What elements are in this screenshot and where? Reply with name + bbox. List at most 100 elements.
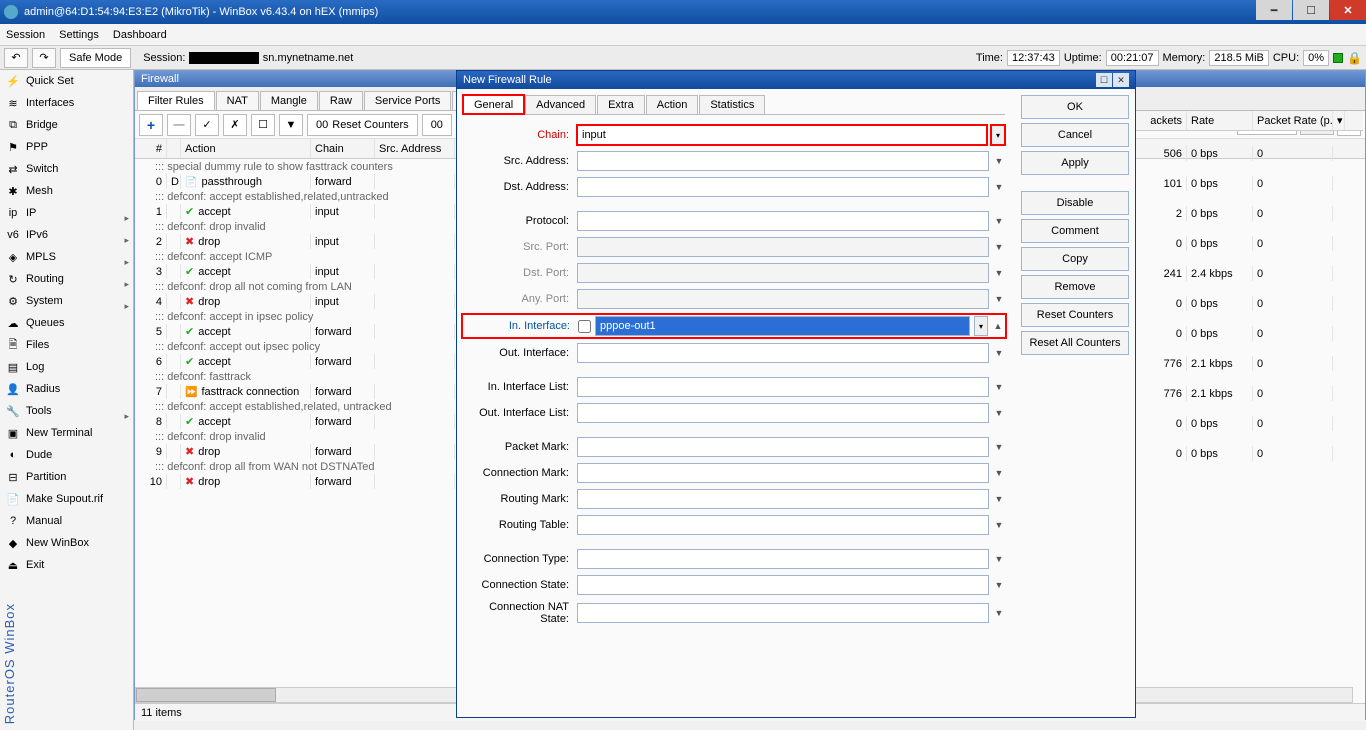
sidebar-item-exit[interactable]: ⏏Exit	[0, 554, 133, 576]
close-button[interactable]: ✕	[1330, 0, 1366, 20]
enable-button[interactable]: ✓	[195, 114, 219, 136]
table-row-right[interactable]: 00 bps0	[1133, 416, 1363, 431]
sidebar-item-interfaces[interactable]: ≋Interfaces	[0, 92, 133, 114]
protocol-field[interactable]	[577, 211, 989, 231]
connection-state-field[interactable]	[577, 575, 989, 595]
tab-general[interactable]: General	[463, 95, 524, 114]
table-row-right[interactable]: 00 bps0	[1133, 446, 1363, 461]
table-row-right[interactable]: 5060 bps0	[1133, 146, 1363, 161]
sidebar-item-switch[interactable]: ⇄Switch	[0, 158, 133, 180]
menu-dashboard[interactable]: Dashboard	[113, 29, 167, 41]
reset-all-counters-button[interactable]: 00	[422, 114, 452, 136]
disable-button[interactable]: ✗	[223, 114, 247, 136]
dst-port-expand[interactable]: ▼	[993, 268, 1005, 278]
col-expand-button[interactable]: ▾	[1333, 111, 1345, 130]
src-address-expand[interactable]: ▼	[993, 156, 1005, 166]
ok-button[interactable]: OK	[1021, 95, 1129, 119]
packet-mark-field[interactable]	[577, 437, 989, 457]
sidebar-item-queues[interactable]: ☁Queues	[0, 312, 133, 334]
table-row-right[interactable]: 00 bps0	[1133, 326, 1363, 341]
sidebar-item-mpls[interactable]: ◈MPLS	[0, 246, 133, 268]
routing-mark-field[interactable]	[577, 489, 989, 509]
fw-tab-nat[interactable]: NAT	[216, 91, 259, 110]
src-address-field[interactable]	[577, 151, 989, 171]
table-row-right[interactable]: 00 bps0	[1133, 296, 1363, 311]
col-rate[interactable]: Rate	[1187, 111, 1253, 130]
sidebar-item-dude[interactable]: ◐Dude	[0, 444, 133, 466]
maximize-button[interactable]: ☐	[1293, 0, 1329, 20]
sidebar-item-mesh[interactable]: ✱Mesh	[0, 180, 133, 202]
tab-advanced[interactable]: Advanced	[525, 95, 596, 114]
connection-state-expand[interactable]: ▼	[993, 580, 1005, 590]
disable-button-dlg[interactable]: Disable	[1021, 191, 1129, 215]
sidebar-item-partition[interactable]: ⊟Partition	[0, 466, 133, 488]
connection-type-expand[interactable]: ▼	[993, 554, 1005, 564]
reset-counters-button[interactable]: 00Reset Counters	[307, 114, 418, 136]
out-interface-list-field[interactable]	[577, 403, 989, 423]
sidebar-item-ppp[interactable]: ⚑PPP	[0, 136, 133, 158]
table-row-right[interactable]: 00 bps0	[1133, 236, 1363, 251]
table-row-right[interactable]: 2412.4 kbps0	[1133, 266, 1363, 281]
remove-rule-button[interactable]: —	[167, 114, 191, 136]
reset-all-counters-button-dlg[interactable]: Reset All Counters	[1021, 331, 1129, 355]
in-interface-not-checkbox[interactable]	[578, 320, 591, 333]
chain-field[interactable]: input	[577, 125, 987, 145]
comment-button-dlg[interactable]: Comment	[1021, 219, 1129, 243]
apply-button[interactable]: Apply	[1021, 151, 1129, 175]
sidebar-item-tools[interactable]: 🔧Tools	[0, 400, 133, 422]
connection-mark-field[interactable]	[577, 463, 989, 483]
chain-dropdown-button[interactable]: ▾	[991, 125, 1005, 145]
sidebar-item-radius[interactable]: 👤Radius	[0, 378, 133, 400]
dst-address-field[interactable]	[577, 177, 989, 197]
safe-mode-button[interactable]: Safe Mode	[60, 48, 131, 68]
filter-button[interactable]: ▼	[279, 114, 303, 136]
sidebar-item-files[interactable]: 🗎Files	[0, 334, 133, 356]
in-interface-collapse[interactable]: ▲	[992, 321, 1004, 331]
undo-button[interactable]: ↶	[4, 48, 28, 68]
dst-address-expand[interactable]: ▼	[993, 182, 1005, 192]
sidebar-item-quick-set[interactable]: ⚡Quick Set	[0, 70, 133, 92]
routing-table-field[interactable]	[577, 515, 989, 535]
src-port-expand[interactable]: ▼	[993, 242, 1005, 252]
col-packet-rate[interactable]: Packet Rate (p...	[1253, 111, 1333, 130]
in-interface-dropdown-button[interactable]: ▾	[974, 316, 988, 336]
sidebar-item-new-terminal[interactable]: ▣New Terminal	[0, 422, 133, 444]
col-action[interactable]: Action	[181, 139, 311, 158]
connection-nat-state-field[interactable]	[577, 603, 989, 623]
menu-settings[interactable]: Settings	[59, 29, 99, 41]
add-rule-button[interactable]: +	[139, 114, 163, 136]
reset-counters-button-dlg[interactable]: Reset Counters	[1021, 303, 1129, 327]
col-number[interactable]: #	[135, 139, 167, 158]
table-row-right[interactable]: 20 bps0	[1133, 206, 1363, 221]
connection-mark-expand[interactable]: ▼	[993, 468, 1005, 478]
sidebar-item-system[interactable]: ⚙System	[0, 290, 133, 312]
dialog-title[interactable]: New Firewall Rule ☐ ✕	[457, 71, 1135, 89]
col-flag[interactable]	[167, 139, 181, 158]
out-interface-field[interactable]	[577, 343, 989, 363]
col-src-address[interactable]: Src. Address	[375, 139, 455, 158]
routing-mark-expand[interactable]: ▼	[993, 494, 1005, 504]
col-packets[interactable]: ackets	[1133, 111, 1187, 130]
copy-button[interactable]: Copy	[1021, 247, 1129, 271]
sidebar-item-manual[interactable]: ?Manual	[0, 510, 133, 532]
dialog-close-button[interactable]: ✕	[1113, 73, 1129, 87]
in-interface-list-expand[interactable]: ▼	[993, 382, 1005, 392]
fw-tab-mangle[interactable]: Mangle	[260, 91, 318, 110]
packet-mark-expand[interactable]: ▼	[993, 442, 1005, 452]
out-interface-expand[interactable]: ▼	[993, 348, 1005, 358]
minimize-button[interactable]: ━	[1256, 0, 1292, 20]
dialog-minimize-button[interactable]: ☐	[1096, 73, 1112, 87]
sidebar-item-make-supout.rif[interactable]: 📄Make Supout.rif	[0, 488, 133, 510]
sidebar-item-bridge[interactable]: ⧉Bridge	[0, 114, 133, 136]
remove-button[interactable]: Remove	[1021, 275, 1129, 299]
table-row-right[interactable]: 1010 bps0	[1133, 176, 1363, 191]
redo-button[interactable]: ↷	[32, 48, 56, 68]
in-interface-list-field[interactable]	[577, 377, 989, 397]
sidebar-item-ipv6[interactable]: v6IPv6	[0, 224, 133, 246]
tab-extra[interactable]: Extra	[597, 95, 645, 114]
sidebar-item-log[interactable]: ▤Log	[0, 356, 133, 378]
col-chain[interactable]: Chain	[311, 139, 375, 158]
in-interface-field[interactable]: pppoe-out1	[595, 316, 970, 336]
menu-session[interactable]: Session	[6, 29, 45, 41]
sidebar-item-routing[interactable]: ↻Routing	[0, 268, 133, 290]
